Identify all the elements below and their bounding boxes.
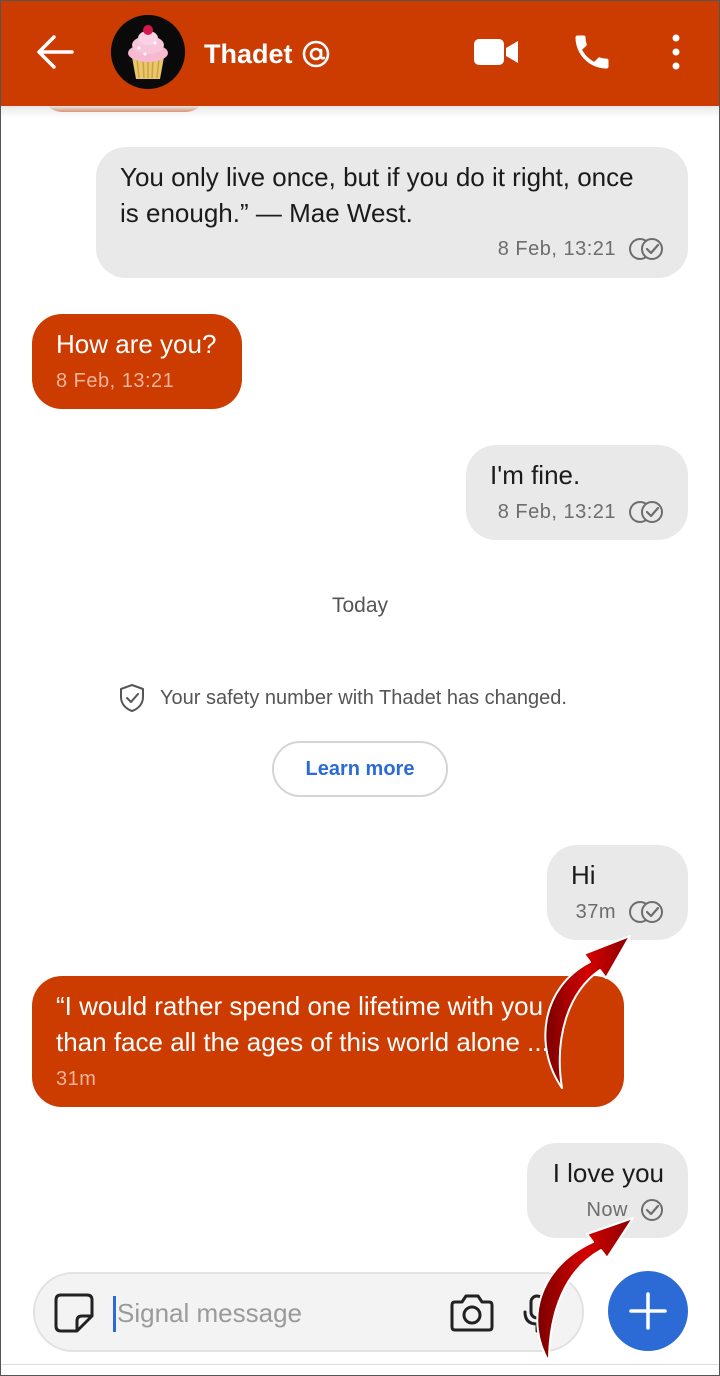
message-text: I love you	[552, 1158, 664, 1188]
sent-check-icon	[641, 1199, 663, 1221]
outgoing-message[interactable]: You only live once, but if you do it rig…	[96, 147, 688, 278]
message-meta: 8 Feb, 13:21	[498, 237, 664, 261]
outgoing-message[interactable]: Hi 37m	[547, 845, 688, 940]
message-meta: 37m	[576, 900, 664, 924]
learn-more-button[interactable]: Learn more	[272, 741, 448, 797]
at-sign-icon	[302, 40, 329, 68]
message-time: 31m	[56, 1068, 97, 1090]
message-time: 37m	[575, 900, 616, 923]
message-text: I'm fine.	[490, 460, 581, 490]
avatar[interactable]	[111, 15, 185, 89]
sticker-button[interactable]	[51, 1290, 97, 1336]
video-camera-icon	[474, 39, 518, 65]
voice-note-button[interactable]	[517, 1290, 557, 1336]
safety-notice-text: Your safety number with Thadet has chang…	[160, 686, 567, 709]
message-meta: 8 Feb, 13:21	[498, 500, 664, 524]
arrow-left-icon	[37, 35, 74, 69]
video-call-button[interactable]	[468, 26, 524, 78]
message-text: than face all the ages of this world alo…	[56, 1027, 549, 1057]
attach-button[interactable]	[608, 1271, 688, 1351]
text-cursor	[113, 1296, 116, 1332]
more-vertical-icon	[672, 34, 680, 70]
phone-icon	[575, 35, 609, 69]
more-options-button[interactable]	[648, 26, 704, 78]
conversation-title[interactable]: Thadet	[204, 34, 331, 74]
message-meta: Now	[586, 1198, 664, 1222]
plus-icon	[629, 1292, 667, 1330]
contact-name: Thadet	[204, 38, 293, 69]
message-text: “I would rather spend one lifetime with …	[56, 991, 544, 1021]
message-time: 8 Feb, 13:21	[497, 237, 616, 260]
incoming-message[interactable]: “I would rather spend one lifetime with …	[32, 976, 624, 1107]
message-text: You only live once, but if you do it rig…	[120, 162, 634, 192]
header-shadow	[0, 106, 720, 118]
bottom-divider	[0, 1364, 720, 1365]
read-double-check-icon	[629, 501, 663, 523]
message-meta: 8 Feb, 13:21	[56, 370, 174, 393]
read-double-check-icon	[629, 901, 663, 923]
message-text: is enough.” — Mae West.	[120, 198, 413, 228]
read-double-check-icon	[629, 238, 663, 260]
shield-check-icon	[120, 684, 144, 712]
sticker-icon	[54, 1293, 94, 1333]
message-meta: 31m	[56, 1068, 96, 1091]
message-time: Now	[586, 1198, 628, 1221]
safety-number-notice: Your safety number with Thadet has chang…	[118, 678, 567, 718]
voice-call-button[interactable]	[564, 26, 620, 78]
outgoing-message[interactable]: I'm fine. 8 Feb, 13:21	[466, 445, 688, 540]
date-divider: Today	[331, 594, 389, 617]
camera-button[interactable]	[447, 1290, 497, 1336]
back-button[interactable]	[30, 28, 82, 76]
outgoing-message[interactable]: I love you Now	[527, 1143, 688, 1238]
camera-icon	[450, 1294, 494, 1332]
microphone-icon	[523, 1294, 551, 1333]
message-input[interactable]	[117, 1290, 437, 1336]
message-text: Hi	[571, 860, 596, 890]
message-composer	[33, 1272, 584, 1352]
incoming-message[interactable]: How are you? 8 Feb, 13:21	[32, 314, 242, 409]
message-text: How are you?	[56, 329, 217, 359]
cupcake-icon	[111, 15, 185, 89]
message-time: 8 Feb, 13:21	[497, 500, 616, 523]
message-time: 8 Feb, 13:21	[56, 370, 175, 392]
conversation-header: Thadet	[0, 0, 720, 106]
